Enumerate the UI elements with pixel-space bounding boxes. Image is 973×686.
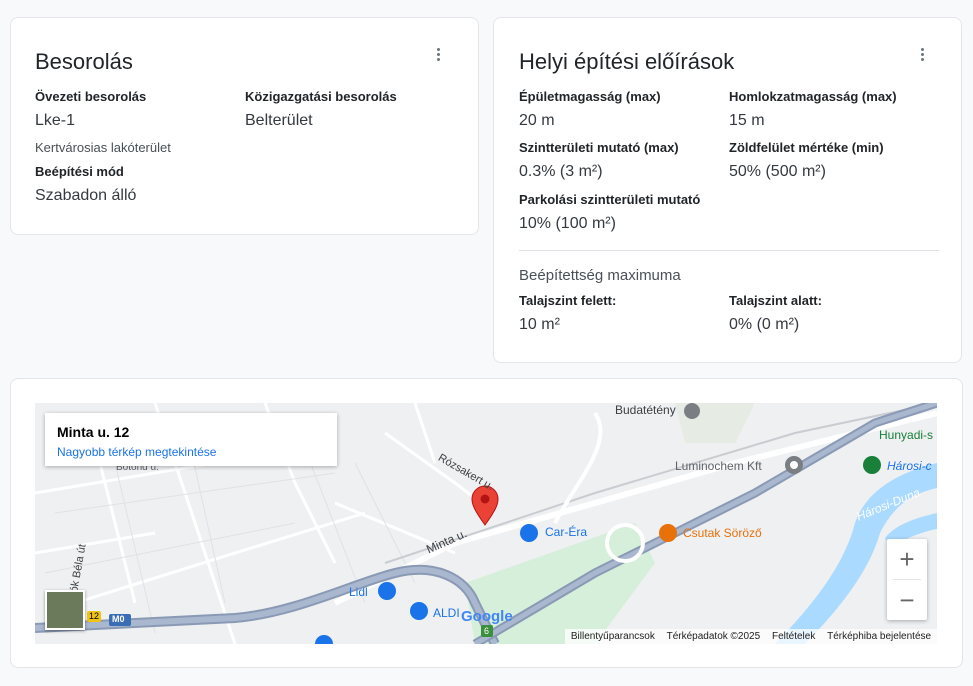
building-height-value: 20 m [519, 112, 555, 129]
view-larger-map-link[interactable]: Nagyobb térkép megtekintése [57, 445, 216, 459]
coverage-title: Beépítettség maximuma [519, 267, 681, 284]
map-label-luminochem: Luminochem Kft [675, 459, 762, 473]
map-label-r6: 6 [484, 626, 490, 636]
below-ground-value: 0% (0 m²) [729, 316, 800, 333]
satellite-view-toggle[interactable] [45, 590, 85, 630]
building-mode-label: Beépítési mód [35, 164, 124, 179]
floor-ratio-value: 0.3% (3 m²) [519, 163, 603, 180]
classification-card: Besorolás Övezeti besorolás Lke-1 Kertvá… [10, 17, 479, 235]
floor-ratio-label: Szintterületi mutató (max) [519, 140, 679, 155]
map-footer: Billentyűparancsok Térképadatok ©2025 Fe… [565, 629, 937, 644]
classification-title: Besorolás [35, 49, 133, 74]
map-data-text: Térképadatok ©2025 [666, 631, 761, 642]
terms-link[interactable]: Feltételek [772, 631, 815, 642]
facade-height-label: Homlokzatmagasság (max) [729, 89, 897, 104]
admin-value: Belterület [245, 112, 313, 129]
map-label-aldi: ALDI [433, 606, 460, 620]
report-error-link[interactable]: Térképhiba bejelentése [827, 631, 931, 642]
google-logo: Google [461, 608, 513, 625]
regulations-title: Helyi építési előírások [519, 49, 735, 74]
place-info-card: Minta u. 12 Nagyobb térkép megtekintése [45, 413, 337, 466]
map-label-m0: M0 [112, 614, 125, 624]
divider [519, 250, 939, 251]
zoom-out-button[interactable]: − [887, 580, 927, 620]
map-label-hunyadi: Hunyadi-s [879, 428, 934, 442]
more-options-icon[interactable] [428, 44, 448, 64]
above-ground-value: 10 m² [519, 316, 560, 333]
zoning-value: Lke-1 [35, 112, 76, 129]
parking-value: 10% (100 m²) [519, 215, 616, 232]
above-ground-label: Talajszint felett: [519, 293, 617, 308]
zoning-label: Övezeti besorolás [35, 89, 147, 104]
map-label-r12: 12 [89, 611, 100, 621]
map-label-budatetenyi: Budatétény [615, 403, 676, 417]
zoom-controls: + − [887, 539, 927, 620]
map-label-harosi-c: Hárosi-c [887, 459, 932, 473]
regulations-card: Helyi építési előírások Épületmagasság (… [493, 17, 962, 363]
map-view[interactable]: Budatétény Hunyadi-s Luminochem Kft Háro… [35, 403, 937, 644]
zoom-in-button[interactable]: + [887, 539, 927, 579]
map-label-lidl: Lidl [349, 585, 368, 599]
green-area-value: 50% (500 m²) [729, 163, 826, 180]
building-mode-value: Szabadon álló [35, 187, 137, 204]
place-title: Minta u. 12 [57, 424, 130, 440]
keyboard-shortcuts-link[interactable]: Billentyűparancsok [571, 631, 655, 642]
zoning-description: Kertvárosias lakóterület [35, 140, 171, 155]
map-label-csutak: Csutak Söröző [683, 526, 762, 540]
below-ground-label: Talajszint alatt: [729, 293, 822, 308]
building-height-label: Épületmagasság (max) [519, 89, 661, 104]
admin-label: Közigazgatási besorolás [245, 89, 397, 104]
map-label-carera: Car-Éra [545, 525, 588, 539]
facade-height-value: 15 m [729, 112, 765, 129]
more-options-icon[interactable] [912, 44, 932, 64]
green-area-label: Zöldfelület mértéke (min) [729, 140, 884, 155]
parking-label: Parkolási szintterületi mutató [519, 192, 701, 207]
